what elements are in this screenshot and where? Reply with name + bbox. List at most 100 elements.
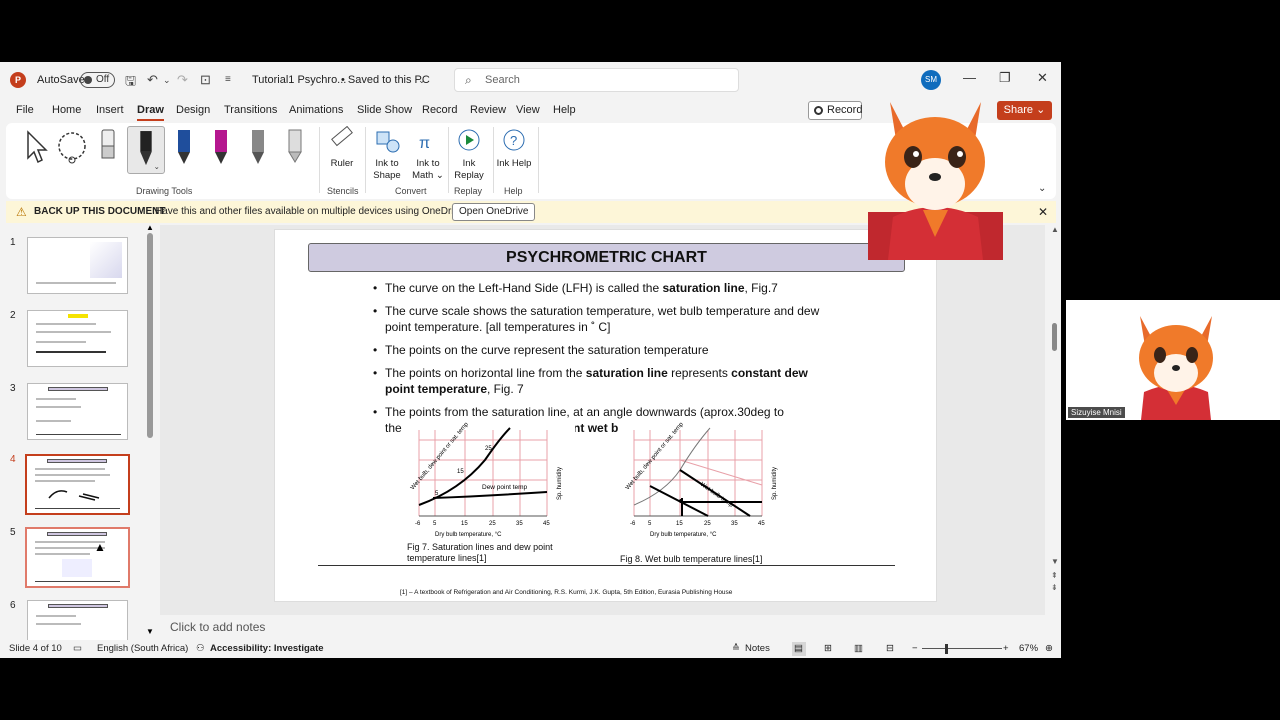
tab-draw[interactable]: Draw [137, 104, 164, 121]
svg-text:15: 15 [457, 469, 464, 475]
zoom-in-icon[interactable]: + [1003, 640, 1009, 658]
svg-text:5: 5 [648, 521, 652, 527]
notification-title: BACK UP THIS DOCUMENT [34, 206, 166, 217]
group-help: Help [504, 186, 523, 196]
save-icon[interactable]: 🖫 [125, 72, 136, 94]
slide-thumbnail-2[interactable] [27, 310, 128, 367]
present-icon[interactable]: ⊡ [200, 72, 211, 88]
help-icon: ? [503, 129, 525, 151]
tab-slide-show[interactable]: Slide Show [357, 104, 412, 116]
participant-video-tile[interactable]: Sizuyise Mnisi [1066, 300, 1280, 420]
zoom-level[interactable]: 67% [1019, 640, 1038, 658]
slide-number: 2 [10, 310, 16, 321]
current-slide[interactable]: PSYCHROMETRIC CHART The curve on the Lef… [274, 229, 937, 602]
slide-thumbnail-4[interactable] [25, 454, 130, 515]
undo-icon[interactable]: ↶ [147, 72, 158, 88]
tab-transitions[interactable]: Transitions [224, 104, 277, 116]
ink-to-math-button[interactable]: π Ink to Math ⌄ [406, 126, 450, 182]
slide-number: 3 [10, 383, 16, 394]
scroll-up-icon[interactable]: ▲ [146, 225, 154, 232]
black-pen-icon[interactable]: ⌄ [127, 126, 165, 174]
scroll-down-icon[interactable]: ▼ [146, 627, 154, 636]
close-icon[interactable]: ✕ [1037, 70, 1048, 86]
language-status[interactable]: English (South Africa) [97, 640, 188, 658]
fox-avatar-large [868, 102, 1003, 260]
customize-toolbar-icon[interactable]: ≡ [225, 74, 231, 85]
eraser-icon[interactable] [90, 126, 126, 172]
slide-number: 5 [10, 527, 16, 538]
open-onedrive-button[interactable]: Open OneDrive [452, 203, 536, 221]
slide-counter: Slide 4 of 10 [9, 643, 62, 654]
undo-dropdown-icon[interactable]: ⌄ [163, 75, 171, 86]
svg-text:45: 45 [758, 521, 765, 527]
accessibility-icon[interactable]: ⚇ [196, 640, 205, 658]
spell-check-icon[interactable]: ▭ [73, 640, 82, 658]
slide-scrollbar[interactable]: ▲ ▼ ⇞ ⇟ [1050, 225, 1060, 640]
close-icon[interactable]: ✕ [1038, 201, 1048, 223]
ink-help-button[interactable]: ? Ink Help [492, 126, 536, 170]
accessibility-status[interactable]: Accessibility: Investigate [210, 640, 324, 658]
tab-animations[interactable]: Animations [289, 104, 343, 116]
slide-thumbnail-3[interactable] [27, 383, 128, 440]
blue-pen-icon[interactable] [166, 126, 202, 172]
ink-replay-button[interactable]: Ink Replay [447, 126, 491, 182]
ruler-button[interactable]: Ruler [320, 126, 364, 170]
tab-design[interactable]: Design [176, 104, 210, 116]
group-drawing-tools: Drawing Tools [136, 186, 193, 196]
svg-text:35: 35 [516, 521, 523, 527]
restore-icon[interactable]: ❐ [999, 70, 1011, 86]
slide-thumbnail-6[interactable] [27, 600, 128, 640]
save-status[interactable]: • Saved to this PC [341, 74, 430, 86]
reading-view-icon[interactable]: ▥ [854, 640, 863, 658]
avatar[interactable]: SM [921, 70, 941, 90]
slideshow-icon[interactable]: ⊟ [886, 640, 894, 658]
zoom-slider[interactable] [922, 648, 1002, 649]
svg-text:Sp. humidity: Sp. humidity [772, 467, 778, 500]
scroll-down-icon[interactable]: ▼ [1051, 557, 1059, 566]
pencil-icon[interactable] [240, 126, 276, 172]
slide-thumbnail-5[interactable] [25, 527, 130, 588]
powerpoint-logo-icon: P [10, 72, 26, 88]
next-slide-icon[interactable]: ⇟ [1051, 583, 1058, 592]
search-input[interactable]: ⌕ Search [454, 68, 739, 92]
autosave-toggle[interactable]: Off [80, 72, 115, 88]
redo-icon[interactable]: ↷ [177, 72, 188, 88]
tab-record[interactable]: Record [422, 104, 457, 116]
tab-home[interactable]: Home [52, 104, 81, 116]
tab-insert[interactable]: Insert [96, 104, 124, 116]
lasso-select-icon[interactable] [54, 126, 90, 172]
notes-button[interactable]: Notes [745, 640, 770, 658]
scroll-up-icon[interactable]: ▲ [1051, 225, 1059, 234]
tab-view[interactable]: View [516, 104, 540, 116]
ink-to-shape-button[interactable]: Ink to Shape [365, 126, 409, 182]
zoom-out-icon[interactable]: − [912, 640, 918, 658]
notes-input[interactable]: Click to add notes [160, 615, 1045, 639]
mouse-cursor-icon: ▲ [94, 540, 106, 554]
zoom-slider-thumb[interactable] [945, 644, 948, 654]
tab-file[interactable]: File [16, 104, 34, 116]
slide-thumbnail-1[interactable] [27, 237, 128, 294]
slide-sorter-icon[interactable]: ⊞ [824, 640, 832, 658]
document-name[interactable]: Tutorial1 Psychro... [252, 74, 346, 86]
slide-bullets[interactable]: The curve on the Left-Hand Side (LFH) is… [373, 280, 825, 443]
svg-text:5: 5 [433, 521, 437, 527]
group-convert: Convert [395, 186, 427, 196]
scrollbar-thumb[interactable] [1052, 323, 1057, 351]
tab-help[interactable]: Help [553, 104, 576, 116]
select-tool-icon[interactable] [18, 126, 54, 172]
collapse-ribbon-icon[interactable]: ⌄ [1038, 183, 1046, 194]
dew-point-line [432, 491, 548, 499]
pink-pen-icon[interactable] [203, 126, 239, 172]
share-button[interactable]: Share ⌄ [997, 101, 1052, 120]
slide-title[interactable]: PSYCHROMETRIC CHART [308, 243, 905, 272]
record-button[interactable]: Record [808, 101, 862, 120]
thumbnail-scrollbar[interactable] [147, 233, 153, 438]
previous-slide-icon[interactable]: ⇞ [1051, 571, 1058, 580]
minimize-icon[interactable]: — [963, 70, 976, 85]
notes-icon[interactable]: ≙ [732, 640, 740, 658]
highlighter-icon[interactable] [277, 126, 313, 172]
warning-icon: ⚠ [16, 205, 27, 219]
fit-to-window-icon[interactable]: ⊕ [1045, 640, 1053, 658]
tab-review[interactable]: Review [470, 104, 506, 116]
slide-number: 4 [10, 454, 16, 465]
